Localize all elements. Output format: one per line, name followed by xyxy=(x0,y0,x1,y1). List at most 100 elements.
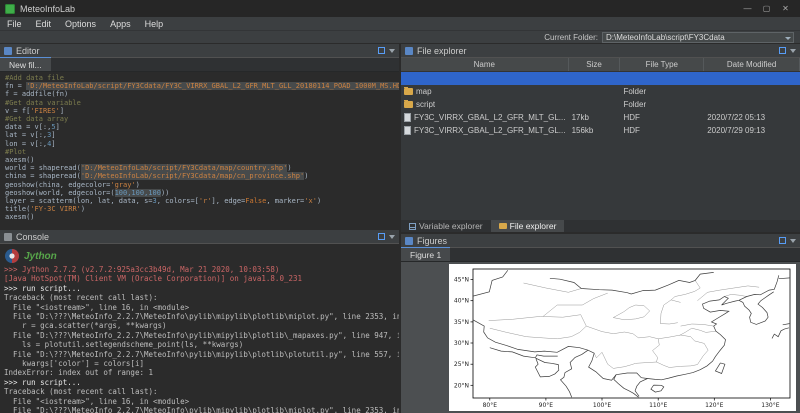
figures-panel-title: Figures xyxy=(417,236,447,246)
undock-icon[interactable] xyxy=(779,237,786,244)
tab-variable-explorer[interactable]: Variable explorer xyxy=(401,220,491,232)
meteoinfolab-window: MeteoInfoLab — ▢ ✕ FileEditOptionsAppsHe… xyxy=(0,0,800,413)
figures-header-icons xyxy=(779,237,796,244)
column-header-date-modified[interactable]: Date Modified xyxy=(704,58,800,71)
file-table-row[interactable]: scriptFolder xyxy=(401,98,800,111)
svg-text:40°N: 40°N xyxy=(454,298,469,305)
jython-logo xyxy=(4,248,20,264)
menu-apps[interactable]: Apps xyxy=(103,17,138,30)
chevron-down-icon[interactable] xyxy=(785,37,791,40)
undock-icon[interactable] xyxy=(378,47,385,54)
code-line: title('FY-3C VIRR') xyxy=(5,205,399,213)
chevron-down-icon[interactable] xyxy=(790,239,796,243)
file-type-cell: HDF xyxy=(620,126,704,135)
folder-icon xyxy=(404,101,413,108)
code-line: v = f['FIRES'] xyxy=(5,107,399,115)
file-explorer-header-icons xyxy=(779,47,796,54)
menu-edit[interactable]: Edit xyxy=(29,17,59,30)
editor-header-icons xyxy=(378,47,395,54)
console-line: File "<iostream>", line 16, in <module> xyxy=(4,397,395,406)
window-title: MeteoInfoLab xyxy=(20,4,75,14)
file-table-body: mapFolderscriptFolderFY3C_VIRRX_GBAL_L2_… xyxy=(401,72,800,220)
svg-text:25°N: 25°N xyxy=(454,361,469,368)
file-type-cell: Folder xyxy=(620,87,704,96)
menu-file[interactable]: File xyxy=(0,17,29,30)
menu-options[interactable]: Options xyxy=(58,17,103,30)
console-line: Traceback (most recent call last): xyxy=(4,293,395,302)
editor-tab-new-file[interactable]: New fil... xyxy=(0,57,51,71)
figures-tabstrip: Figure 1 xyxy=(401,248,800,262)
code-line: geoshow(world, edgecolor=(100,100,100)) xyxy=(5,189,399,197)
undock-icon[interactable] xyxy=(779,47,786,54)
close-button[interactable]: ✕ xyxy=(776,2,795,16)
console-line: File "D:\???\MeteoInfo_2.2.7\MeteoInfo\p… xyxy=(4,350,395,359)
code-line: lon = v[:,4] xyxy=(5,140,399,148)
console-icon xyxy=(4,233,12,241)
code-line: lat = v[:,3] xyxy=(5,131,399,139)
figure-1-tab[interactable]: Figure 1 xyxy=(401,247,450,261)
right-column: File explorer Name Size File Type Date M… xyxy=(401,44,800,413)
file-name-cell: map xyxy=(401,87,569,96)
console-line: IndexError: index out of range: 1 xyxy=(4,368,395,377)
file-table-row[interactable]: map Folder xyxy=(401,85,800,98)
code-line: #Plot xyxy=(5,148,399,156)
chevron-down-icon[interactable] xyxy=(389,49,395,53)
jython-label: Jython xyxy=(24,251,57,262)
console-line: File "D:\???\MeteoInfo_2.2.7\MeteoInfo\p… xyxy=(4,312,395,321)
current-folder-input[interactable]: D:\MeteoInfoLab\script\FY3Cdata xyxy=(602,32,794,43)
left-column: Editor New fil... #Add data filefn = 'D:… xyxy=(0,44,401,413)
editor-tabstrip: New fil... xyxy=(0,58,399,72)
column-header-name[interactable]: Name xyxy=(401,58,569,71)
column-header-file-type[interactable]: File Type xyxy=(620,58,704,71)
file-name-cell: FY3C_VIRRX_GBAL_L2_GFR_MLT_GL... xyxy=(401,113,569,122)
file-table-row[interactable] xyxy=(401,72,800,85)
editor-icon xyxy=(4,47,12,55)
console-line: File "D:\???\MeteoInfo_2.2.7\MeteoInfo\p… xyxy=(4,331,395,340)
code-editor[interactable]: #Add data filefn = 'D:/MeteoInfoLab/scri… xyxy=(0,72,399,228)
file-name-cell: FY3C_VIRRX_GBAL_L2_GFR_MLT_GL... xyxy=(401,126,569,135)
folder-icon xyxy=(404,88,413,95)
editor-panel: Editor New fil... #Add data filefn = 'D:… xyxy=(0,44,399,230)
tab-file-explorer[interactable]: File explorer xyxy=(491,220,565,232)
chevron-down-icon[interactable] xyxy=(790,49,796,53)
editor-panel-title: Editor xyxy=(16,46,40,56)
file-date-cell: 2020/7/29 09:13 xyxy=(704,126,800,135)
svg-text:20°N: 20°N xyxy=(454,382,469,389)
file-icon xyxy=(404,113,411,122)
file-table-row[interactable]: FY3C_VIRRX_GBAL_L2_GFR_MLT_GL...17kbHDF2… xyxy=(401,111,800,124)
console-line: Traceback (most recent call last): xyxy=(4,387,395,396)
console-line: File "D:\???\MeteoInfo_2.2.7\MeteoInfo\p… xyxy=(4,406,395,413)
menubar: FileEditOptionsAppsHelp xyxy=(0,17,800,31)
undock-icon[interactable] xyxy=(378,233,385,240)
menu-help[interactable]: Help xyxy=(138,17,171,30)
maximize-button[interactable]: ▢ xyxy=(757,2,776,16)
svg-text:90°E: 90°E xyxy=(539,402,554,409)
file-size-cell: 17kb xyxy=(569,113,621,122)
file-size-cell: 156kb xyxy=(569,126,621,135)
figure-canvas: 80°E90°E100°E110°E120°E130°E45°N40°N35°N… xyxy=(449,264,796,411)
svg-text:120°E: 120°E xyxy=(705,402,723,409)
figures-panel: Figures Figure 1 80°E90°E100°E110°E120°E… xyxy=(401,234,800,413)
toolbar: Current Folder: D:\MeteoInfoLab\script\F… xyxy=(0,31,800,44)
console-line: >>> Jython 2.7.2 (v2.7.2:925a3cc3b49d, M… xyxy=(4,265,395,274)
figures-panel-header: Figures xyxy=(401,234,800,248)
code-line: world = shaperead('D:/MeteoInfoLab/scrip… xyxy=(5,164,399,172)
code-line: #Get data variable xyxy=(5,99,399,107)
table-icon xyxy=(409,223,416,230)
file-table-row[interactable]: FY3C_VIRRX_GBAL_L2_GFR_MLT_GL...156kbHDF… xyxy=(401,124,800,137)
column-header-size[interactable]: Size xyxy=(569,58,621,71)
file-explorer-icon xyxy=(405,47,413,55)
chevron-down-icon[interactable] xyxy=(389,235,395,239)
code-line: #Get data array xyxy=(5,115,399,123)
app-icon xyxy=(5,4,15,14)
svg-text:45°N: 45°N xyxy=(454,277,469,284)
main-area: Editor New fil... #Add data filefn = 'D:… xyxy=(0,44,800,413)
code-line: china = shaperead('D:/MeteoInfoLab/scrip… xyxy=(5,172,399,180)
svg-text:35°N: 35°N xyxy=(454,319,469,326)
minimize-button[interactable]: — xyxy=(738,2,757,16)
code-line: #Add data file xyxy=(5,74,399,82)
console-line: kwargs['color'] = colors[i] xyxy=(4,359,395,368)
console-line: ls = plotutil.setlegendscheme_point(ls, … xyxy=(4,340,395,349)
console-banner: Jython xyxy=(4,247,395,265)
console-output[interactable]: Jython >>> Jython 2.7.2 (v2.7.2:925a3cc3… xyxy=(0,244,399,413)
